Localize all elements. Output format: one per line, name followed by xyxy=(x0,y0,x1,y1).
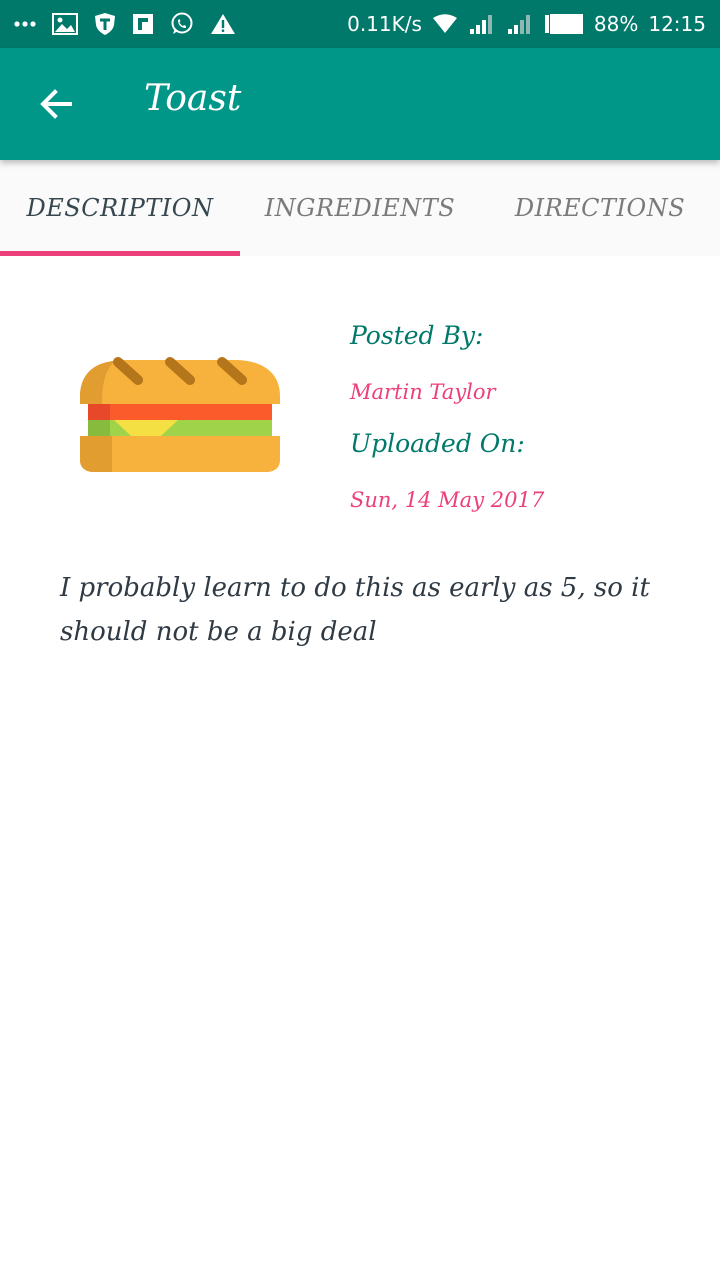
signal-icon xyxy=(468,13,496,35)
tab-ingredients[interactable]: INGREDIENTS xyxy=(240,160,480,256)
battery-icon xyxy=(544,13,584,35)
page-title: Toast xyxy=(144,78,242,119)
network-speed: 0.11K/s xyxy=(347,12,422,36)
back-button[interactable] xyxy=(32,80,80,128)
recipe-detail-screen: 0.11K/s 88% 12:15 Toast DESCRIPTION INGR… xyxy=(0,0,720,1280)
app-bar: Toast xyxy=(0,48,720,160)
gallery-icon xyxy=(52,13,78,35)
more-dots-icon xyxy=(14,20,36,28)
notification-icons xyxy=(14,10,236,38)
clock: 12:15 xyxy=(648,12,706,36)
signal-icon xyxy=(506,13,534,35)
whatsapp-icon xyxy=(170,12,194,36)
back-arrow-icon xyxy=(40,89,72,119)
uploaded-on-value: Sun, 14 May 2017 xyxy=(350,488,545,512)
system-indicators: 0.11K/s 88% 12:15 xyxy=(347,10,706,38)
vpn-shield-icon xyxy=(94,12,116,36)
flipboard-icon xyxy=(132,13,154,35)
posted-by-value: Martin Taylor xyxy=(350,380,496,404)
recipe-meta: Posted By: Martin Taylor Uploaded On: Su… xyxy=(350,318,690,534)
wifi-icon xyxy=(432,14,458,34)
tab-bar: DESCRIPTION INGREDIENTS DIRECTIONS xyxy=(0,160,720,256)
tab-directions[interactable]: DIRECTIONS xyxy=(480,160,720,256)
warning-icon xyxy=(210,13,236,35)
battery-percent: 88% xyxy=(593,12,639,36)
tab-description[interactable]: DESCRIPTION xyxy=(0,160,240,256)
status-bar: 0.11K/s 88% 12:15 xyxy=(0,0,720,48)
recipe-description: I probably learn to do this as early as … xyxy=(60,573,650,647)
uploaded-on-label: Uploaded On: xyxy=(350,429,525,458)
sandwich-icon xyxy=(80,356,280,476)
posted-by-label: Posted By: xyxy=(350,321,484,350)
